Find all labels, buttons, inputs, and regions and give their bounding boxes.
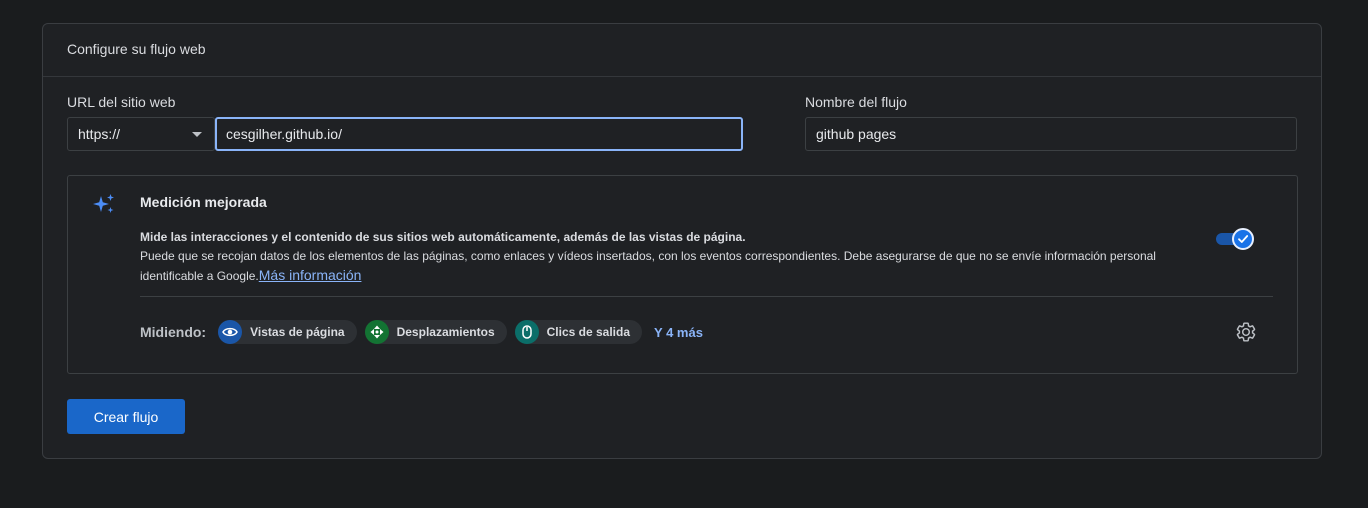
url-input[interactable]: cesgilher.github.io/ [215, 117, 743, 151]
chip-label: Vistas de página [250, 325, 345, 339]
chip-outbound-clicks: Clics de salida [514, 320, 643, 344]
enhanced-measurement-panel: Medición mejorada Mide las interacciones… [67, 175, 1298, 374]
more-info-link[interactable]: Más información [259, 267, 362, 283]
toggle-knob [1232, 228, 1254, 250]
gear-icon[interactable] [1235, 321, 1257, 343]
card-title: Configure su flujo web [43, 24, 1321, 77]
checkmark-icon [1238, 235, 1249, 243]
enhanced-measurement-description: Mide las interacciones y el contenido de… [140, 228, 1210, 286]
stream-name-input[interactable]: github pages [805, 117, 1297, 151]
stream-name-label: Nombre del flujo [805, 94, 907, 110]
chip-label: Clics de salida [546, 325, 631, 339]
chip-page-views: Vistas de página [218, 320, 357, 344]
divider [140, 296, 1273, 297]
chevron-down-icon [192, 132, 202, 137]
protocol-select[interactable]: https:// [67, 117, 215, 151]
measuring-label: Midiendo: [140, 324, 207, 340]
stream-name-value: github pages [816, 126, 897, 142]
create-stream-button[interactable]: Crear flujo [67, 399, 185, 434]
eye-icon [218, 320, 243, 344]
mouse-icon [514, 320, 539, 344]
enhanced-measurement-toggle[interactable] [1216, 228, 1254, 250]
stream-setup-card: Configure su flujo web URL del sitio web… [42, 23, 1322, 459]
measuring-row: Midiendo: Vistas de página Desplazamient… [140, 320, 703, 344]
more-events-link[interactable]: Y 4 más [654, 325, 703, 340]
chip-scrolls: Desplazamientos [364, 320, 507, 344]
url-field-label: URL del sitio web [67, 94, 176, 110]
url-input-value: cesgilher.github.io/ [226, 126, 342, 142]
protocol-value: https:// [78, 126, 121, 142]
description-line-1: Mide las interacciones y el contenido de… [140, 230, 746, 244]
scroll-arrows-icon [364, 320, 389, 344]
sparkle-icon [93, 194, 114, 213]
chip-label: Desplazamientos [396, 325, 495, 339]
enhanced-measurement-title: Medición mejorada [140, 194, 267, 210]
